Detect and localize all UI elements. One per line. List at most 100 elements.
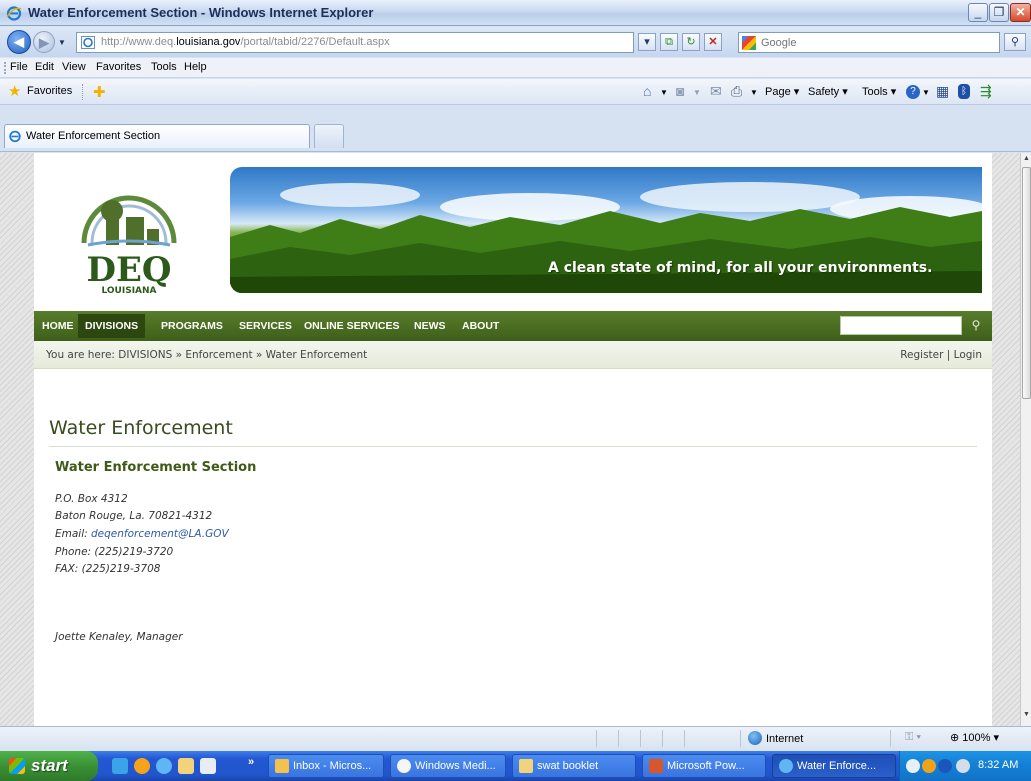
safety-menu[interactable]: Safety ▾ xyxy=(808,85,848,98)
nav-programs[interactable]: PROGRAMS xyxy=(161,320,223,332)
quicklaunch-folder-icon[interactable] xyxy=(178,758,194,774)
menu-edit[interactable]: Edit xyxy=(35,61,54,73)
nav-home[interactable]: HOME xyxy=(42,320,74,332)
quicklaunch-media-icon[interactable] xyxy=(134,758,150,774)
feeds-icon[interactable]: ◙ xyxy=(676,83,684,99)
tray-chevron-icon[interactable] xyxy=(906,759,920,773)
history-dropdown-icon[interactable]: ▼ xyxy=(58,38,66,47)
main-navigation: HOME DIVISIONS PROGRAMS SERVICES ONLINE … xyxy=(34,311,992,341)
address-field[interactable]: http://www.deq.louisiana.gov/portal/tabi… xyxy=(76,32,634,53)
header-banner: A clean state of mind, for all your envi… xyxy=(230,167,982,293)
status-pane xyxy=(596,730,597,747)
menu-tools[interactable]: Tools xyxy=(151,61,177,73)
close-button[interactable]: ✕ xyxy=(1010,3,1031,22)
internet-explorer-icon xyxy=(779,759,793,773)
help-icon[interactable]: ? xyxy=(906,85,920,99)
login-link[interactable]: Login xyxy=(954,349,982,361)
quicklaunch-more-icon[interactable]: » xyxy=(248,756,254,768)
scroll-thumb[interactable] xyxy=(1022,167,1031,399)
help-dropdown-icon[interactable]: ▼ xyxy=(922,88,930,97)
manager-line: Joette Kenaley, Manager xyxy=(55,631,183,643)
menu-bar: File Edit View Favorites Tools Help xyxy=(0,58,1031,78)
media-player-icon xyxy=(397,759,411,773)
status-pane xyxy=(684,730,685,747)
tray-network-icon[interactable] xyxy=(938,759,952,773)
page-title: Water Enforcement xyxy=(49,417,233,439)
register-link[interactable]: Register xyxy=(900,349,943,361)
home-icon[interactable]: ⌂ xyxy=(643,83,651,99)
taskbar-button-swat-booklet[interactable]: swat booklet xyxy=(512,754,636,778)
deq-logo[interactable]: DEQ LOUISIANA xyxy=(74,185,184,295)
logo-subtext: LOUISIANA xyxy=(101,286,156,295)
search-input[interactable] xyxy=(761,35,993,50)
taskbar-button-powerpoint[interactable]: Microsoft Pow... xyxy=(642,754,766,778)
print-dropdown-icon[interactable]: ▼ xyxy=(750,88,758,97)
start-button[interactable]: start xyxy=(0,751,98,781)
mail-icon[interactable]: ✉ xyxy=(710,83,722,99)
favorites-star-icon[interactable]: ★ xyxy=(8,84,24,100)
address-bar-row: ◀ ▶ ▼ http://www.deq.louisiana.gov/porta… xyxy=(0,27,1031,57)
breadcrumb-bar: You are here: DIVISIONS » Enforcement » … xyxy=(34,341,992,369)
scroll-up-arrow[interactable]: ▲ xyxy=(1021,155,1031,167)
fax-line: FAX: (225)219-3708 xyxy=(55,563,161,575)
address-url: http://www.deq.louisiana.gov/portal/tabi… xyxy=(101,36,390,48)
section-title: Water Enforcement Section xyxy=(55,460,257,475)
powerpoint-icon xyxy=(649,759,663,773)
add-to-favorites-icon[interactable]: ✚ xyxy=(93,83,106,101)
windows-flag-icon xyxy=(9,758,25,774)
google-logo-icon xyxy=(742,36,756,50)
nav-services[interactable]: SERVICES xyxy=(239,320,292,332)
search-button[interactable]: ⚲ xyxy=(1004,33,1026,51)
tab-label: Water Enforcement Section xyxy=(26,130,161,142)
back-button[interactable]: ◀ xyxy=(7,30,31,54)
bluetooth-icon[interactable]: ᛒ xyxy=(958,84,970,99)
tools-menu[interactable]: Tools ▾ xyxy=(862,85,896,98)
po-box: P.O. Box 4312 xyxy=(55,493,128,505)
favorites-button[interactable]: Favorites xyxy=(27,85,72,97)
quicklaunch-ie-icon[interactable] xyxy=(156,758,172,774)
compatibility-view-icon[interactable]: ⧉ xyxy=(660,33,678,51)
tray-search-icon[interactable] xyxy=(956,759,970,773)
nav-divisions[interactable]: DIVISIONS xyxy=(78,314,146,338)
feeds-dropdown-icon[interactable]: ▼ xyxy=(693,88,701,97)
site-header: DEQ LOUISIANA A clean state of mind, for… xyxy=(34,153,992,311)
tray-media-icon[interactable] xyxy=(922,759,936,773)
forward-button[interactable]: ▶ xyxy=(33,31,55,53)
scroll-down-arrow[interactable]: ▼ xyxy=(1021,711,1031,723)
address-dropdown-button[interactable]: ▾ xyxy=(638,33,656,51)
nav-about[interactable]: ABOUT xyxy=(462,320,499,332)
refresh-icon[interactable]: ↻ xyxy=(682,33,700,51)
security-zone[interactable]: Internet xyxy=(748,731,803,745)
internet-explorer-icon xyxy=(9,130,21,143)
menu-file[interactable]: File xyxy=(10,61,28,73)
logo-text: DEQ xyxy=(86,250,171,290)
menu-help[interactable]: Help xyxy=(184,61,207,73)
taskbar-button-inbox[interactable]: Inbox - Micros... xyxy=(268,754,384,778)
menu-favorites[interactable]: Favorites xyxy=(96,61,141,73)
research-icon[interactable]: ▦ xyxy=(936,83,949,99)
nav-online-services[interactable]: ONLINE SERVICES xyxy=(304,320,400,332)
minimize-button[interactable]: _ xyxy=(968,3,988,22)
restore-button[interactable]: ❐ xyxy=(989,3,1009,22)
quicklaunch-outlook-icon[interactable] xyxy=(112,758,128,774)
tab-water-enforcement[interactable]: Water Enforcement Section xyxy=(4,124,310,148)
print-icon[interactable]: ⎙ xyxy=(731,83,742,99)
email-link[interactable]: deqenforcement@LA.GOV xyxy=(91,528,229,540)
web-page: DEQ LOUISIANA A clean state of mind, for… xyxy=(34,153,992,726)
new-tab-button[interactable] xyxy=(314,124,344,148)
page-menu[interactable]: Page ▾ xyxy=(765,85,799,98)
taskbar-button-media[interactable]: Windows Medi... xyxy=(390,754,506,778)
vertical-scrollbar[interactable]: ▲ ▼ xyxy=(1020,153,1031,726)
search-box[interactable] xyxy=(738,32,1000,53)
quicklaunch-desktop-icon[interactable] xyxy=(200,758,216,774)
send-icon[interactable]: ⇶ xyxy=(980,83,992,99)
site-search-input[interactable] xyxy=(840,316,962,335)
home-dropdown-icon[interactable]: ▼ xyxy=(660,88,668,97)
stop-icon[interactable]: ✕ xyxy=(704,33,722,51)
nav-news[interactable]: NEWS xyxy=(414,320,446,332)
menu-view[interactable]: View xyxy=(62,61,86,73)
protected-mode-icon[interactable]: ⚿ ▾ xyxy=(905,731,921,744)
zoom-level[interactable]: ⊕ 100% ▾ xyxy=(950,731,999,744)
search-icon[interactable]: ⚲ xyxy=(968,317,984,333)
taskbar-button-water-enforcement[interactable]: Water Enforce... xyxy=(772,754,896,778)
